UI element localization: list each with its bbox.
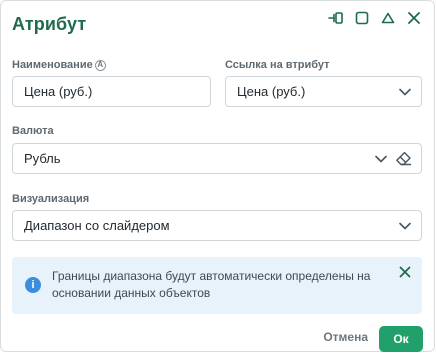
info-close-button[interactable] [398,265,412,283]
info-icon: i [25,277,41,293]
chevron-down-icon [374,152,388,166]
auto-badge: A [94,59,106,71]
cancel-button[interactable]: Отмена [323,330,368,344]
ok-button[interactable]: Ок [379,326,423,352]
name-label-text: Наименование [12,59,93,71]
attribute-ref-select[interactable]: Цена (руб.) [225,76,422,107]
collapse-icon [381,11,395,25]
name-field[interactable]: Цена (руб.) [12,76,211,107]
eraser-icon[interactable] [394,150,412,168]
pin-button[interactable] [326,9,346,27]
maximize-button[interactable] [352,9,372,27]
collapse-button[interactable] [378,9,398,27]
currency-label-text: Валюта [12,125,54,137]
close-icon [407,11,421,25]
chevron-down-icon [398,85,412,99]
visualization-select[interactable]: Диапазон со слайдером [12,210,422,241]
info-banner: i Границы диапазона будут автоматически … [12,257,422,314]
currency-value: Рубль [24,151,61,166]
visualization-value: Диапазон со слайдером [24,218,170,233]
attribute-dialog: Атрибут Наименование A Цена (руб.) Ссылк… [0,0,435,352]
attribute-ref-value: Цена (руб.) [237,84,306,99]
currency-label: Валюта [12,125,54,137]
attribute-ref-label-text: Ссылка на втрибут [225,59,330,71]
currency-select[interactable]: Рубль [12,143,422,174]
name-label: Наименование A [12,59,106,71]
attribute-ref-label: Ссылка на втрибут [225,59,330,71]
visualization-label-text: Визуализация [12,193,90,205]
chevron-down-icon [398,219,412,233]
pin-icon [328,11,344,25]
dialog-title: Атрибут [12,14,87,34]
visualization-label: Визуализация [12,193,89,205]
info-text: Границы диапазона будут автоматически оп… [52,269,371,300]
close-icon [399,265,411,283]
close-button[interactable] [404,9,424,27]
name-value: Цена (руб.) [24,84,93,99]
maximize-icon [355,11,369,25]
window-controls [326,9,424,27]
